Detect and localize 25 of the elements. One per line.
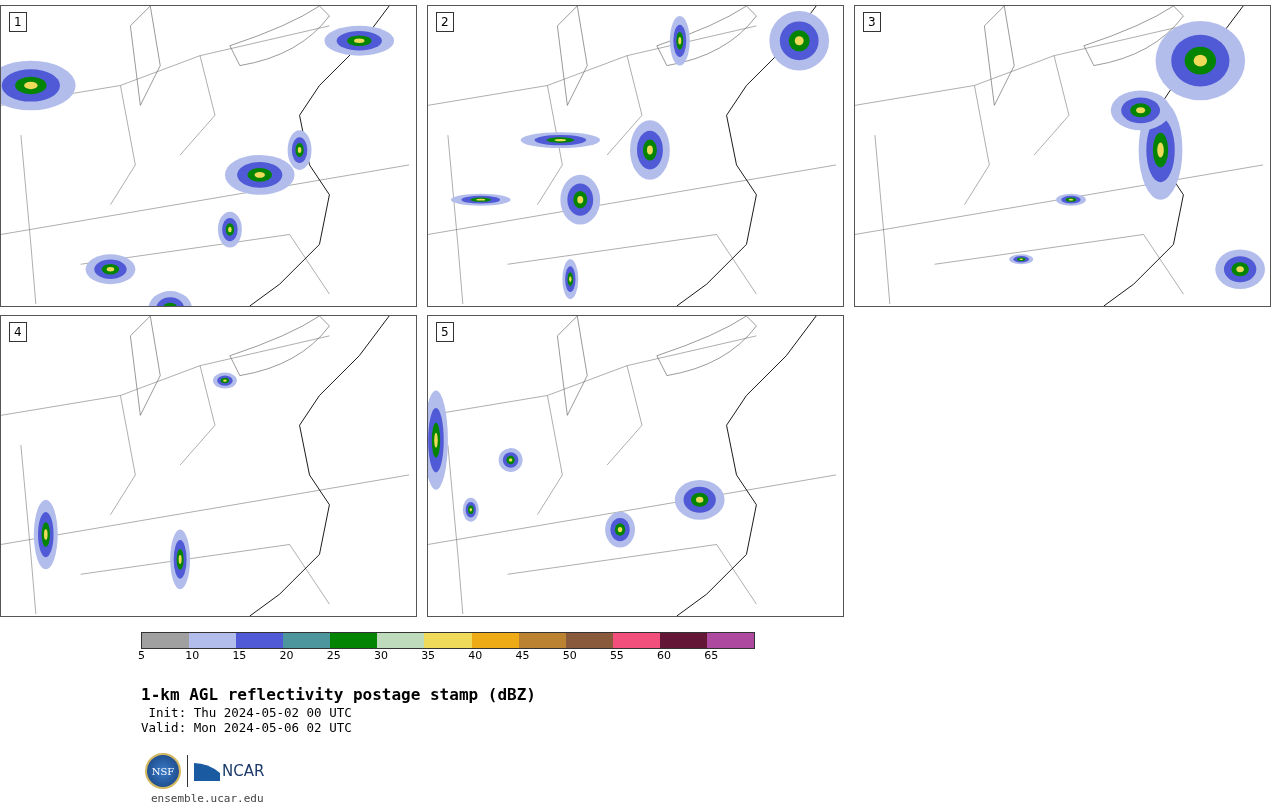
tick-label: 10: [185, 649, 201, 663]
tick-label: 65: [704, 649, 720, 663]
tick-label: 35: [421, 649, 437, 663]
tick-label: 5: [138, 649, 146, 663]
init-time: Init: Thu 2024-05-02 00 UTC: [147, 705, 353, 720]
swoosh-icon: [194, 761, 220, 781]
panel-number: 5: [436, 322, 454, 342]
tick-label: 15: [232, 649, 248, 663]
tick-label: 25: [326, 649, 342, 663]
panel-number: 1: [9, 12, 27, 32]
tick-label: 45: [515, 649, 531, 663]
tick-label: 60: [657, 649, 673, 663]
tick-label: 50: [562, 649, 578, 663]
logo-text: NCAR: [222, 762, 265, 780]
tick-label: 20: [279, 649, 295, 663]
seal-logo: NSF: [145, 753, 181, 789]
chart-title: 1-km AGL reflectivity postage stamp (dBZ): [141, 685, 537, 705]
tick-label: 30: [373, 649, 389, 663]
site-url: ensemble.ucar.edu: [151, 792, 264, 805]
panel-number: 3: [863, 12, 881, 32]
tick-label: 40: [468, 649, 484, 663]
panel-number: 4: [9, 322, 27, 342]
panel-number: 2: [436, 12, 454, 32]
valid-time: Valid: Mon 2024-05-06 02 UTC: [141, 720, 353, 735]
tick-label: 55: [609, 649, 625, 663]
